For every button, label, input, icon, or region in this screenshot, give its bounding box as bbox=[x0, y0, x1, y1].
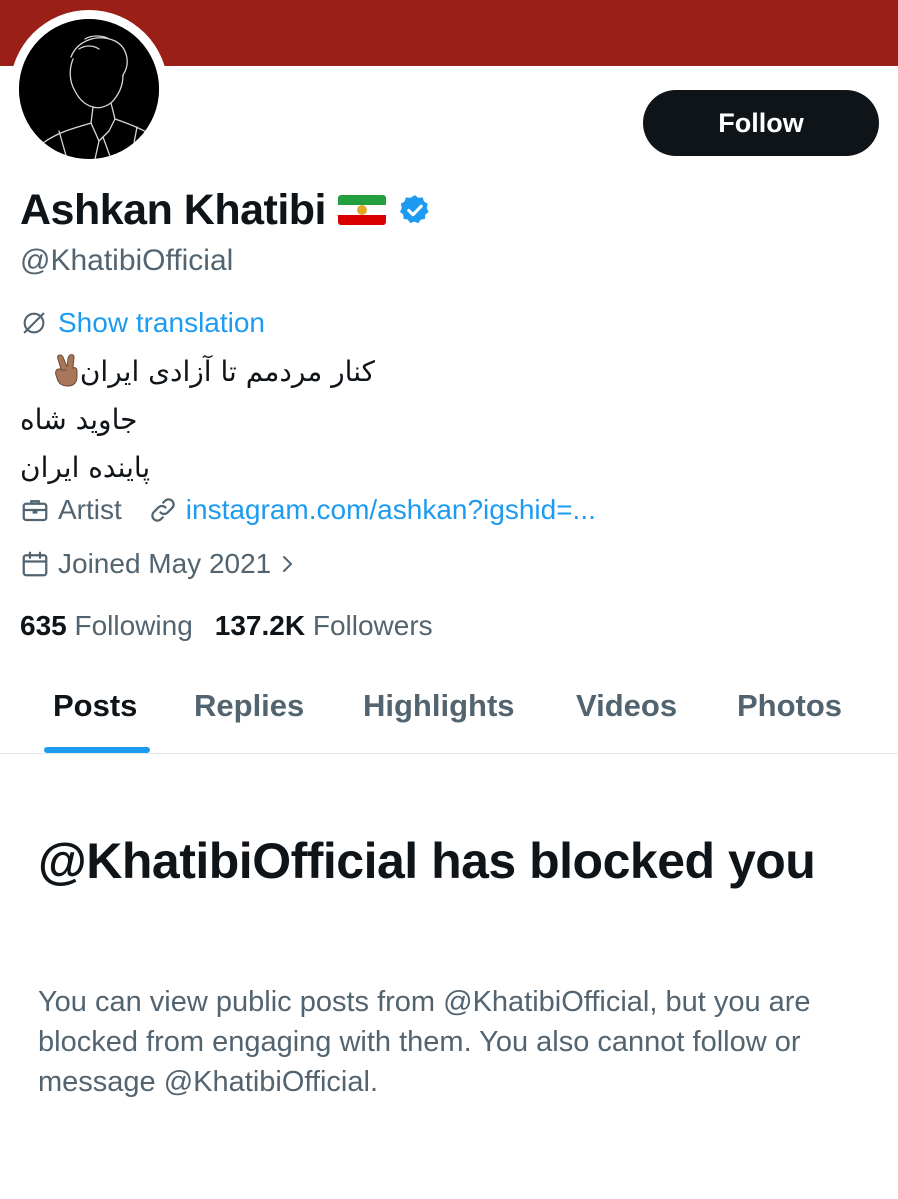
profession-label: Artist bbox=[58, 494, 122, 525]
bio-line: پاینده ایران bbox=[20, 444, 375, 492]
blocked-title: @KhatibiOfficial has blocked you bbox=[38, 833, 816, 889]
display-name: Ashkan Khatibi bbox=[20, 185, 327, 234]
link-icon bbox=[151, 498, 175, 522]
followers-count: 137.2K bbox=[214, 610, 306, 641]
profile-name-row: Ashkan Khatibi bbox=[20, 180, 432, 240]
verified-badge-icon[interactable] bbox=[398, 193, 432, 227]
following-stat[interactable]: 635 Following bbox=[20, 610, 193, 642]
bio-line-text: جاوید شاه bbox=[20, 403, 138, 436]
active-tab-indicator bbox=[44, 747, 150, 753]
bio-line: جاوید شاه bbox=[20, 396, 375, 444]
victory-hand-emoji-icon bbox=[54, 354, 78, 387]
joined-date-row[interactable]: Joined May 2021 bbox=[20, 548, 299, 580]
iran-flag-icon bbox=[338, 195, 386, 225]
avatar-line-portrait bbox=[19, 19, 159, 159]
calendar-icon bbox=[22, 551, 48, 577]
tab-highlights[interactable]: Highlights bbox=[363, 688, 515, 724]
briefcase-icon bbox=[22, 500, 48, 522]
profile-bio: کنار مردمم تا آزادی ایران جاوید شاه پاین… bbox=[20, 348, 375, 492]
tab-posts[interactable]: Posts bbox=[53, 688, 137, 724]
followers-label: Followers bbox=[312, 610, 433, 641]
tab-photos[interactable]: Photos bbox=[737, 688, 842, 724]
tab-replies[interactable]: Replies bbox=[194, 688, 304, 724]
tab-videos[interactable]: Videos bbox=[576, 688, 677, 724]
bio-line-text: پاینده ایران bbox=[20, 451, 151, 484]
avatar[interactable] bbox=[19, 19, 159, 159]
follow-button[interactable]: Follow bbox=[643, 90, 879, 156]
show-translation-label[interactable]: Show translation bbox=[58, 307, 265, 339]
profile-tabs: Posts Replies Highlights Videos Photos bbox=[0, 670, 898, 754]
followers-stat[interactable]: 137.2K Followers bbox=[215, 610, 433, 642]
blocked-description: You can view public posts from @KhatibiO… bbox=[38, 986, 811, 1098]
bio-line-text: کنار مردمم تا آزادی ایران bbox=[79, 355, 375, 388]
following-label: Following bbox=[74, 610, 193, 641]
profile-handle: @KhatibiOfficial bbox=[20, 244, 234, 277]
show-translation-link[interactable]: Show translation bbox=[20, 307, 265, 339]
bio-line: کنار مردمم تا آزادی ایران bbox=[20, 348, 375, 396]
profile-website-link[interactable]: instagram.com/ashkan?igshid=... bbox=[186, 494, 596, 526]
joined-date-label: Joined May 2021 bbox=[58, 548, 272, 579]
chevron-right-icon bbox=[283, 556, 293, 572]
profile-meta-row: Artist instagram.com/ashkan?igshid=... bbox=[20, 494, 596, 526]
following-count: 635 bbox=[20, 610, 67, 641]
translate-icon bbox=[23, 312, 45, 334]
follow-stats: 635 Following 137.2K Followers bbox=[20, 610, 455, 642]
